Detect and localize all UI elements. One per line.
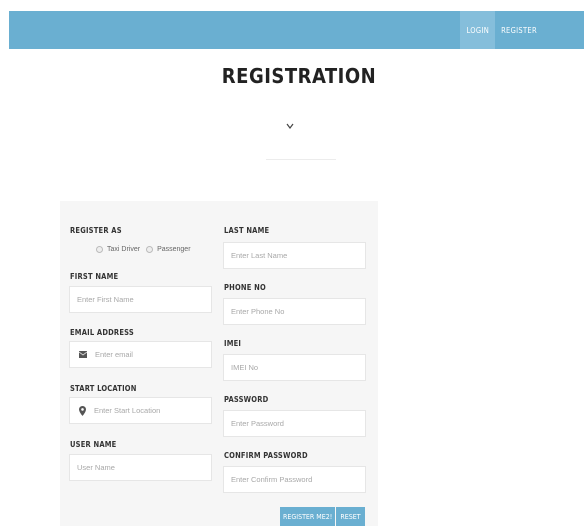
confirm-password-field[interactable]: Enter Confirm Password <box>223 466 366 493</box>
confirm-password-placeholder: Enter Confirm Password <box>231 475 313 484</box>
nav-links: LOGIN REGISTER <box>460 11 543 49</box>
phone-no-field[interactable]: Enter Phone No <box>223 298 366 325</box>
nav-register-link[interactable]: REGISTER <box>495 11 543 49</box>
reset-button[interactable]: RESET <box>336 507 365 526</box>
last-name-placeholder: Enter Last Name <box>231 251 288 260</box>
imei-placeholder: IMEI No <box>231 363 259 372</box>
password-label: PASSWORD <box>224 395 269 404</box>
user-name-label: USER NAME <box>70 440 117 449</box>
phone-no-label: PHONE NO <box>224 283 266 292</box>
nav-login-link[interactable]: LOGIN <box>460 11 496 49</box>
email-placeholder: Enter email <box>95 350 133 359</box>
taxi-driver-radio-label: Taxi Driver <box>107 246 141 253</box>
page-title: REGISTRATION <box>221 64 377 88</box>
start-location-placeholder: Enter Start Location <box>94 406 161 415</box>
user-name-field[interactable]: User Name <box>69 454 212 481</box>
first-name-field[interactable]: Enter First Name <box>69 286 212 313</box>
register-as-label: REGISTER AS <box>70 226 122 235</box>
user-name-placeholder: User Name <box>77 463 115 472</box>
start-location-label: START LOCATION <box>70 384 137 393</box>
password-placeholder: Enter Password <box>231 419 284 428</box>
imei-field[interactable]: IMEI No <box>223 354 366 381</box>
chevron-down-icon[interactable] <box>285 122 295 130</box>
last-name-label: LAST NAME <box>224 226 270 235</box>
passenger-radio[interactable] <box>146 246 154 253</box>
last-name-field[interactable]: Enter Last Name <box>223 242 366 269</box>
envelope-icon <box>79 351 87 358</box>
first-name-label: FIRST NAME <box>70 272 119 281</box>
phone-no-placeholder: Enter Phone No <box>231 307 285 316</box>
first-name-placeholder: Enter First Name <box>77 295 134 304</box>
taxi-driver-radio[interactable] <box>96 246 103 253</box>
passenger-radio-label: Passenger <box>157 246 191 253</box>
imei-label: IMEI <box>224 339 242 348</box>
password-field[interactable]: Enter Password <box>223 410 366 437</box>
email-field[interactable]: Enter email <box>69 341 212 368</box>
navbar: LOGIN REGISTER <box>9 11 584 49</box>
start-location-field[interactable]: Enter Start Location <box>69 397 212 424</box>
map-marker-icon <box>79 405 86 416</box>
title-divider <box>266 159 336 160</box>
register-button[interactable]: REGISTER ME2! <box>280 507 336 526</box>
register-as-radio-group: Taxi Driver Passenger <box>96 246 197 253</box>
email-address-label: EMAIL ADDRESS <box>70 328 134 337</box>
confirm-password-label: CONFIRM PASSWORD <box>224 451 308 460</box>
